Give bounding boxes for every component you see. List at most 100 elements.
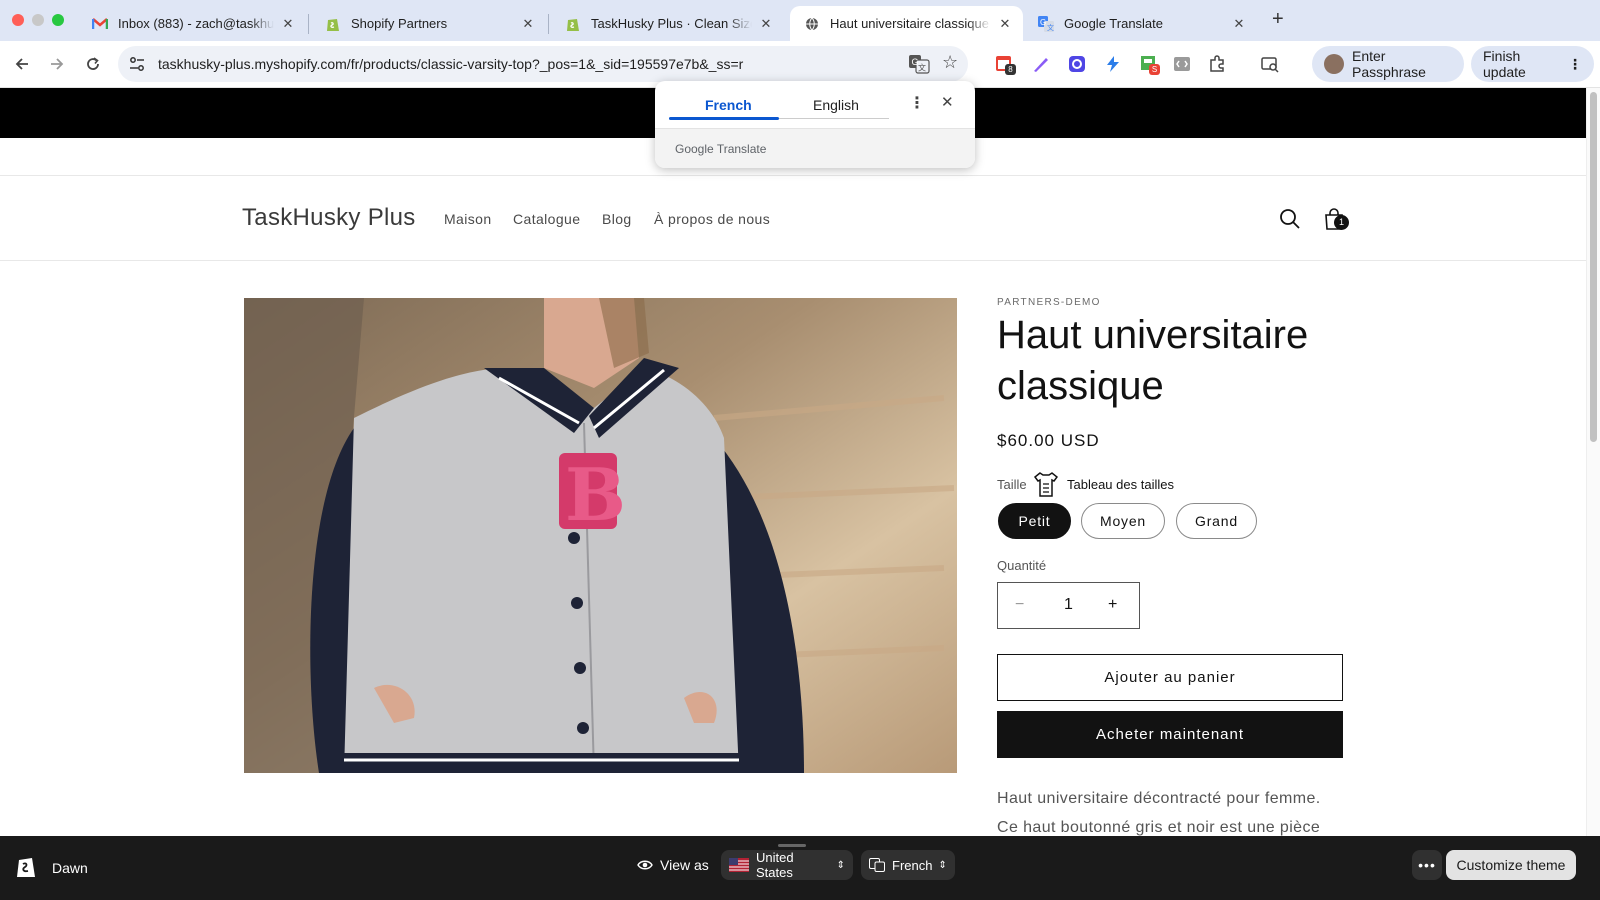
tab-label: Google Translate bbox=[1064, 16, 1164, 31]
more-horizontal-button[interactable]: ••• bbox=[1412, 850, 1442, 880]
cart-count-badge: 1 bbox=[1334, 215, 1349, 230]
more-vertical-icon: ⋮ bbox=[1568, 55, 1582, 72]
us-flag-icon bbox=[729, 858, 749, 872]
size-option-moyen[interactable]: Moyen bbox=[1081, 503, 1165, 539]
code-extension-icon[interactable] bbox=[1172, 54, 1192, 74]
browser-tab-gmail[interactable]: Inbox (883) - zach@taskhusk ✕ bbox=[78, 6, 306, 41]
quantity-minus-button[interactable]: − bbox=[1015, 596, 1024, 614]
tab-separator bbox=[308, 14, 309, 34]
size-option-petit[interactable]: Petit bbox=[998, 503, 1071, 539]
translate-tab-target[interactable]: English bbox=[813, 97, 859, 113]
shopify-icon bbox=[565, 16, 581, 32]
tab-label: TaskHusky Plus · Clean Size C bbox=[591, 16, 752, 31]
quantity-label: Quantité bbox=[997, 558, 1047, 573]
tab-divider bbox=[779, 118, 889, 119]
country-value: United States bbox=[756, 850, 794, 880]
translate-popup: French English ⋮ ✕ Google Translate bbox=[655, 81, 975, 168]
close-window-button[interactable] bbox=[12, 14, 24, 26]
tab-label: Shopify Partners bbox=[351, 16, 448, 31]
page-scrollbar-thumb[interactable] bbox=[1590, 92, 1597, 442]
shopify-extension-icon[interactable]: S bbox=[1139, 54, 1160, 75]
eye-icon bbox=[637, 860, 653, 870]
product-image[interactable]: B bbox=[244, 298, 957, 773]
site-settings-icon[interactable] bbox=[128, 55, 146, 73]
pen-extension-icon[interactable] bbox=[1031, 54, 1051, 74]
close-icon[interactable]: ✕ bbox=[520, 16, 536, 32]
url-text: taskhusky-plus.myshopify.com/fr/products… bbox=[158, 56, 744, 72]
size-label: Taille bbox=[997, 477, 1027, 492]
extension-badge: 8 bbox=[1005, 64, 1016, 75]
reload-button[interactable] bbox=[82, 53, 104, 75]
lightning-extension-icon[interactable] bbox=[1103, 54, 1123, 74]
nav-item-a-propos[interactable]: À propos de nous bbox=[654, 211, 770, 227]
translate-icon bbox=[869, 858, 885, 872]
add-to-cart-button[interactable]: Ajouter au panier bbox=[997, 654, 1343, 701]
drag-handle[interactable] bbox=[778, 844, 806, 847]
size-chart-tshirt-icon[interactable] bbox=[1032, 470, 1058, 498]
gmail-icon bbox=[92, 16, 108, 32]
search-icon[interactable] bbox=[1277, 206, 1303, 232]
gear-extension-icon[interactable] bbox=[1067, 54, 1087, 74]
address-bar[interactable]: taskhusky-plus.myshopify.com/fr/products… bbox=[118, 46, 968, 82]
minimize-window-button[interactable] bbox=[32, 14, 44, 26]
buy-now-button[interactable]: Acheter maintenant bbox=[997, 711, 1343, 758]
size-chart-link[interactable]: Tableau des tailles bbox=[1067, 477, 1174, 492]
tab-label: Haut universitaire classique – bbox=[830, 16, 991, 31]
bookmark-star-icon[interactable]: ☆ bbox=[942, 52, 958, 73]
svg-text:文: 文 bbox=[918, 63, 926, 73]
product-price: $60.00 USD bbox=[997, 431, 1100, 450]
translate-popup-footer: Google Translate bbox=[655, 128, 975, 168]
forward-button[interactable] bbox=[46, 53, 68, 75]
svg-text:文: 文 bbox=[1047, 23, 1054, 32]
store-logo[interactable]: TaskHusky Plus bbox=[242, 204, 416, 232]
back-button[interactable] bbox=[11, 53, 33, 75]
tab-search-icon[interactable] bbox=[1260, 54, 1280, 74]
quantity-stepper: − 1 + bbox=[997, 582, 1140, 629]
nav-item-catalogue[interactable]: Catalogue bbox=[513, 211, 580, 227]
tab-separator bbox=[548, 14, 549, 34]
extension-badge: S bbox=[1149, 64, 1160, 75]
puzzle-extensions-icon[interactable] bbox=[1207, 54, 1227, 74]
close-icon[interactable]: ✕ bbox=[941, 93, 954, 111]
product-title: Haut universitaire classique bbox=[997, 313, 1309, 408]
translate-tab-source[interactable]: French bbox=[705, 97, 752, 113]
theme-preview-bar: Dawn View as United States ⇕ French ⇕ ••… bbox=[0, 836, 1600, 900]
zoom-window-button[interactable] bbox=[52, 14, 64, 26]
profile-passphrase-button[interactable]: Enter Passphrase bbox=[1312, 46, 1464, 82]
shopify-logo-icon bbox=[17, 858, 35, 877]
nav-item-blog[interactable]: Blog bbox=[602, 211, 632, 227]
size-option-grand[interactable]: Grand bbox=[1176, 503, 1257, 539]
close-icon[interactable]: ✕ bbox=[280, 16, 296, 32]
chevron-updown-icon: ⇕ bbox=[836, 859, 845, 871]
svg-text:G: G bbox=[1040, 18, 1046, 27]
finish-update-label: Finish update bbox=[1483, 48, 1526, 80]
browser-tab-taskhusky-plus[interactable]: TaskHusky Plus · Clean Size C ✕ bbox=[551, 6, 784, 41]
close-icon[interactable]: ✕ bbox=[997, 16, 1013, 32]
close-icon[interactable]: ✕ bbox=[1231, 16, 1247, 32]
more-vertical-icon[interactable]: ⋮ bbox=[909, 93, 925, 113]
view-as-label: View as bbox=[637, 857, 709, 873]
close-icon[interactable]: ✕ bbox=[758, 16, 774, 32]
theme-name: Dawn bbox=[52, 860, 88, 876]
nav-item-maison[interactable]: Maison bbox=[444, 211, 492, 227]
browser-tab-product-page[interactable]: Haut universitaire classique – ✕ bbox=[790, 6, 1023, 41]
customize-theme-button[interactable]: Customize theme bbox=[1446, 850, 1576, 880]
finish-update-button[interactable]: Finish update ⋮ bbox=[1471, 46, 1594, 82]
quantity-plus-button[interactable]: + bbox=[1108, 596, 1117, 614]
product-vendor: PARTNERS-DEMO bbox=[997, 297, 1101, 308]
product-description: Haut universitaire décontracté pour femm… bbox=[997, 790, 1321, 836]
language-value: French bbox=[892, 857, 933, 873]
browser-tab-bar: Inbox (883) - zach@taskhusk ✕ Shopify Pa… bbox=[0, 0, 1600, 41]
view-as-text: View as bbox=[660, 857, 709, 873]
google-translate-icon: G文 bbox=[1038, 15, 1054, 32]
browser-tab-shopify-partners[interactable]: Shopify Partners ✕ bbox=[311, 6, 546, 41]
browser-tab-google-translate[interactable]: G文 Google Translate ✕ bbox=[1024, 6, 1257, 41]
calendar-extension-icon[interactable]: 8 bbox=[995, 54, 1016, 75]
country-select[interactable]: United States ⇕ bbox=[721, 850, 853, 880]
language-select[interactable]: French ⇕ bbox=[861, 850, 955, 880]
translate-page-icon[interactable]: G文 bbox=[908, 54, 930, 74]
profile-button-label: Enter Passphrase bbox=[1352, 48, 1426, 80]
new-tab-button[interactable]: + bbox=[1272, 8, 1284, 31]
quantity-value[interactable]: 1 bbox=[1064, 596, 1073, 614]
arrow-left-icon bbox=[15, 58, 28, 70]
